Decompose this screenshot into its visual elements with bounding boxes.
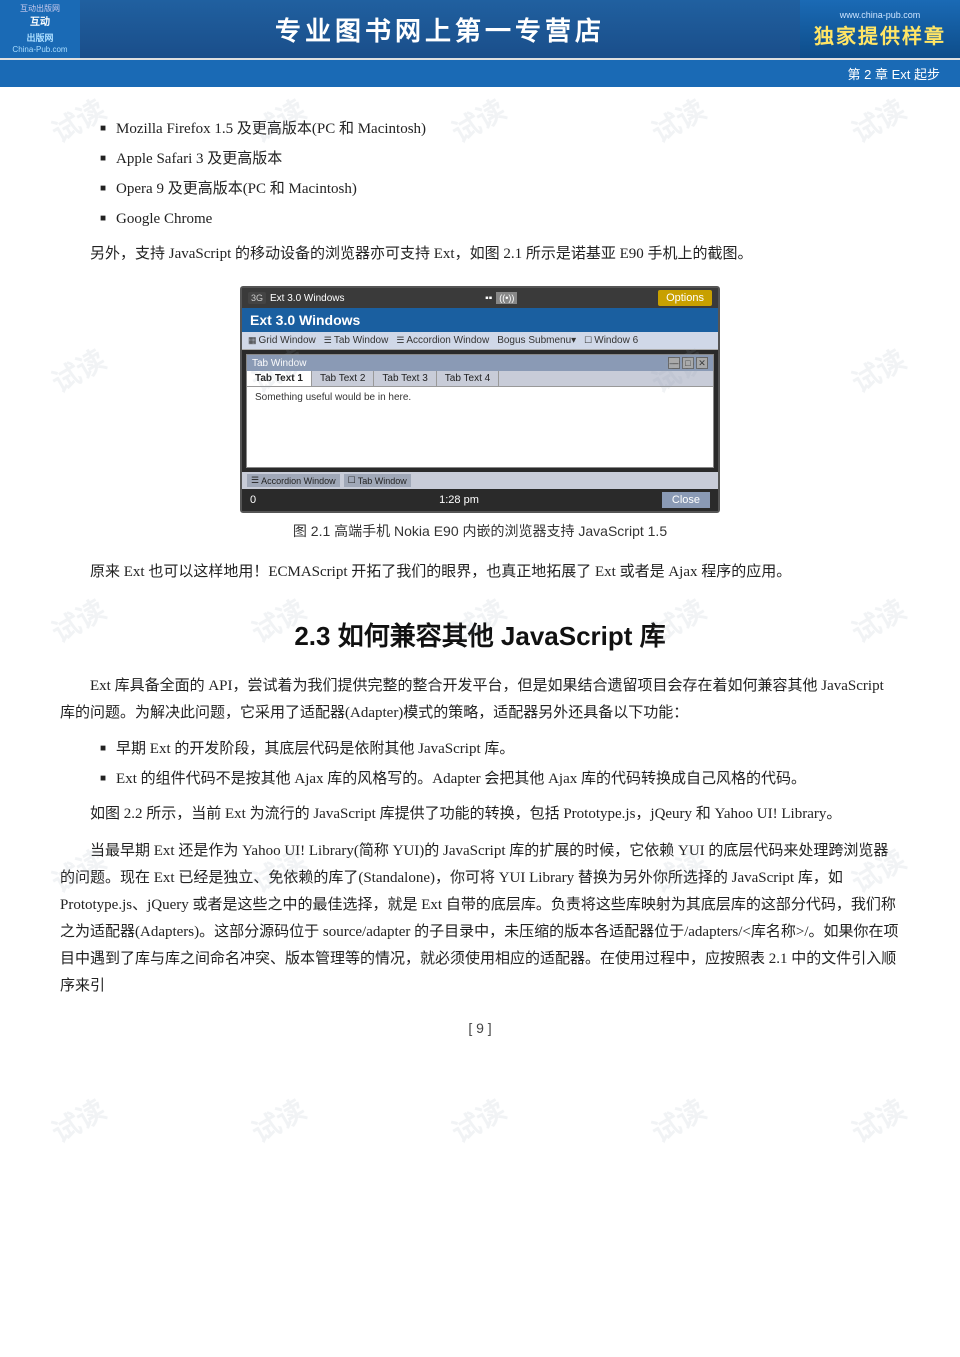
tab-3[interactable]: Tab Text 3 [374, 371, 436, 386]
menu-accordion[interactable]: ☰ Accordion Window [396, 335, 489, 346]
phone-screenshot: 3G Ext 3.0 Windows ▪▪ ((•)) Options Ext … [240, 286, 720, 513]
list-item-text: Mozilla Firefox 1.5 及更高版本(PC 和 Macintosh… [116, 117, 426, 141]
watermark-21: 试读 [444, 1089, 513, 1152]
phone-3g-badge: 3G [248, 292, 266, 304]
logo-top-text: 互动出版网 [12, 4, 67, 14]
paragraph-4: 如图 2.2 所示，当前 Ext 为流行的 JavaScript 库提供了功能的… [60, 801, 900, 828]
phone-ext-title: Ext 3.0 Windows [250, 312, 360, 328]
minimize-btn[interactable]: — [668, 357, 680, 369]
header-right-area: www.china-pub.com 独家提供样章 [800, 0, 960, 58]
list-item-safari: Apple Safari 3 及更高版本 [100, 147, 900, 171]
menu-tab-label: Tab Window [334, 335, 388, 346]
list-item-text: Opera 9 及更高版本(PC 和 Macintosh) [116, 177, 357, 201]
header-title-text: 专业图书网上第一专营店 [275, 11, 605, 48]
logo-box: 互动出版网 互动 出版网 China-Pub.com [12, 4, 67, 55]
tab-1[interactable]: Tab Text 1 [247, 371, 312, 386]
menu-bogus-label: Bogus Submenu▾ [497, 335, 576, 346]
list-item-text: 早期 Ext 的开发阶段，其底层代码是依附其他 JavaScript 库。 [116, 737, 514, 761]
close-btn[interactable]: ✕ [696, 357, 708, 369]
menu-window6[interactable]: ☐ Window 6 [584, 335, 638, 346]
maximize-btn[interactable]: □ [682, 357, 694, 369]
page-header: 互动出版网 互动 出版网 China-Pub.com 专业图书网上第一专营店 w… [0, 0, 960, 60]
phone-bottom-bar: ☰ Accordion Window ☐ Tab Window [242, 472, 718, 489]
menu-window6-label: Window 6 [594, 335, 638, 346]
section-heading-2-3: 2.3 如何兼容其他 JavaScript 库 [60, 616, 900, 653]
phone-window: Tab Window — □ ✕ Tab Text 1 Tab Text 2 T… [246, 354, 714, 468]
accordion-window-label: Accordion Window [261, 476, 336, 486]
phone-close-button[interactable]: Close [662, 492, 710, 508]
list-item-opera: Opera 9 及更高版本(PC 和 Macintosh) [100, 177, 900, 201]
watermark-22: 试读 [644, 1089, 713, 1152]
watermark-19: 试读 [44, 1089, 113, 1152]
menu-tab[interactable]: ☰ Tab Window [324, 335, 389, 346]
main-content: Mozilla Firefox 1.5 及更高版本(PC 和 Macintosh… [0, 87, 960, 1066]
phone-signal: ((•)) [496, 292, 517, 304]
tab-4[interactable]: Tab Text 4 [437, 371, 499, 386]
status-time: 1:28 pm [439, 494, 479, 506]
logo-brand: 互动 出版网 [12, 13, 67, 45]
browser-list: Mozilla Firefox 1.5 及更高版本(PC 和 Macintosh… [100, 117, 900, 231]
phone-content-area: Something useful would be in here. [247, 387, 713, 467]
header-url: www.china-pub.com [840, 10, 921, 20]
adapter-list: 早期 Ext 的开发阶段，其底层代码是依附其他 JavaScript 库。 Ex… [100, 737, 900, 791]
tab-2[interactable]: Tab Text 2 [312, 371, 374, 386]
list-item-early-ext: 早期 Ext 的开发阶段，其底层代码是依附其他 JavaScript 库。 [100, 737, 900, 761]
watermark-23: 试读 [844, 1089, 913, 1152]
paragraph-1: 另外，支持 JavaScript 的移动设备的浏览器亦可支持 Ext，如图 2.… [60, 241, 900, 268]
chapter-bar: 第 2 章 Ext 起步 [0, 60, 960, 87]
tab-window-item[interactable]: ☐ Tab Window [344, 474, 411, 487]
menu-grid-label: Grid Window [259, 335, 316, 346]
menu-bogus[interactable]: Bogus Submenu▾ [497, 335, 576, 346]
phone-tab-bar: Tab Text 1 Tab Text 2 Tab Text 3 Tab Tex… [247, 371, 713, 387]
phone-app-title-status: Ext 3.0 Windows [270, 293, 344, 304]
phone-window-title-text: Tab Window [252, 358, 306, 369]
phone-status-left: 3G Ext 3.0 Windows [248, 292, 345, 304]
list-item-firefox: Mozilla Firefox 1.5 及更高版本(PC 和 Macintosh… [100, 117, 900, 141]
phone-menu-bar: ▦ Grid Window ☰ Tab Window ☰ Accordion W… [242, 332, 718, 350]
list-item-text: Ext 的组件代码不是按其他 Ajax 库的风格写的。Adapter 会把其他 … [116, 767, 806, 791]
paragraph-2: 原来 Ext 也可以这样地用！ECMAScript 开拓了我们的眼界，也真正地拓… [60, 559, 900, 586]
phone-window-title: Tab Window — □ ✕ [247, 355, 713, 371]
menu-accordion-label: Accordion Window [406, 335, 489, 346]
page-number: [ 9 ] [60, 1020, 900, 1036]
figure-caption: 图 2.1 高端手机 Nokia E90 内嵌的浏览器支持 JavaScript… [293, 521, 667, 541]
menu-grid[interactable]: ▦ Grid Window [248, 335, 316, 346]
list-item-text: Google Chrome [116, 207, 212, 231]
phone-status-bar: 3G Ext 3.0 Windows ▪▪ ((•)) Options [242, 288, 718, 308]
status-num: 0 [250, 494, 256, 506]
paragraph-5: 当最早期 Ext 还是作为 Yahoo UI! Library(简称 YUI)的… [60, 838, 900, 1000]
logo: 互动出版网 互动 出版网 China-Pub.com [0, 0, 80, 58]
phone-window-controls: — □ ✕ [668, 357, 708, 369]
paragraph-3: Ext 库具备全面的 API，尝试着为我们提供完整的整合开发平台，但是如果结合遗… [60, 673, 900, 727]
phone-bottom-status: 0 1:28 pm Close [242, 489, 718, 511]
phone-app-title-bar: Ext 3.0 Windows [242, 308, 718, 332]
phone-status-icons: ▪▪ ((•)) [485, 292, 517, 304]
list-item-chrome: Google Chrome [100, 207, 900, 231]
figure-2-1: 3G Ext 3.0 Windows ▪▪ ((•)) Options Ext … [60, 286, 900, 541]
accordion-window-item[interactable]: ☰ Accordion Window [247, 474, 340, 487]
header-badge: 独家提供样章 [814, 20, 946, 49]
phone-options-btn: Options [658, 290, 712, 306]
list-item-adapter: Ext 的组件代码不是按其他 Ajax 库的风格写的。Adapter 会把其他 … [100, 767, 900, 791]
logo-sub-text: China-Pub.com [12, 45, 67, 55]
list-item-text: Apple Safari 3 及更高版本 [116, 147, 282, 171]
watermark-20: 试读 [244, 1089, 313, 1152]
tab-window-label: Tab Window [358, 476, 407, 486]
phone-content-text: Something useful would be in here. [255, 392, 411, 403]
header-title-area: 专业图书网上第一专营店 [80, 0, 800, 58]
chapter-bar-text: 第 2 章 Ext 起步 [848, 67, 940, 82]
